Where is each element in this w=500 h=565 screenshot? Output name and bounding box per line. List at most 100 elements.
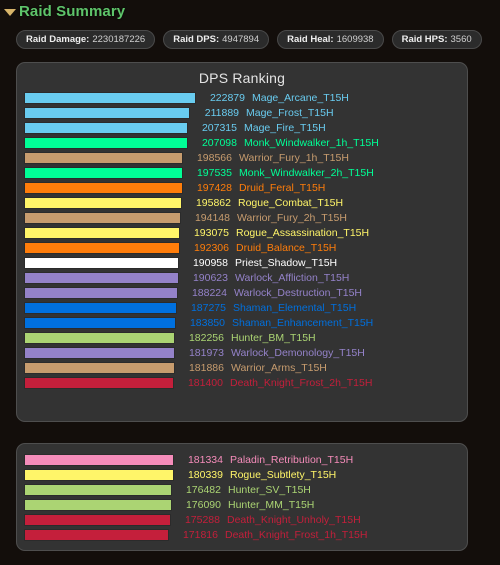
- dps-bar: [24, 106, 190, 119]
- dps-row[interactable]: 181973 Warlock_Demonology_T15H: [24, 345, 459, 360]
- dps-bar: [24, 498, 172, 511]
- dps-row[interactable]: 222879 Mage_Arcane_T15H: [24, 90, 459, 105]
- dps-row[interactable]: 182256 Hunter_BM_T15H: [24, 330, 459, 345]
- dps-row-value: 188224: [191, 286, 227, 299]
- dps-row-label: 198566 Warrior_Fury_1h_T15H: [188, 152, 349, 164]
- dps-row-name: Paladin_Retribution_T15H: [230, 453, 354, 466]
- stat-value: 2230187226: [92, 33, 146, 45]
- dps-row-label: 197428 Druid_Feral_T15H: [188, 182, 325, 194]
- stat-pill[interactable]: Raid Heal: 1609938: [277, 29, 384, 49]
- dps-bar: [24, 211, 181, 224]
- dps-row[interactable]: 193075 Rogue_Assassination_T15H: [24, 225, 459, 240]
- dps-row[interactable]: 176090 Hunter_MM_T15H: [24, 497, 459, 512]
- dps-row-label: 181334 Paladin_Retribution_T15H: [179, 454, 353, 466]
- stat-pill[interactable]: Raid DPS: 4947894: [163, 29, 270, 49]
- dps-row[interactable]: 197535 Monk_Windwalker_2h_T15H: [24, 165, 459, 180]
- raid-summary-header[interactable]: Raid Summary: [0, 0, 500, 22]
- page-title: Raid Summary: [19, 2, 126, 20]
- dps-row[interactable]: 194148 Warrior_Fury_2h_T15H: [24, 210, 459, 225]
- dps-row-label: 176090 Hunter_MM_T15H: [177, 499, 314, 511]
- dps-row-name: Rogue_Assassination_T15H: [236, 226, 370, 239]
- stat-value: 3560: [450, 33, 472, 45]
- dps-row-name: Druid_Feral_T15H: [239, 181, 326, 194]
- dps-row-name: Warlock_Demonology_T15H: [231, 346, 365, 359]
- dps-row-name: Hunter_BM_T15H: [231, 331, 316, 344]
- dps-row-value: 180339: [187, 468, 223, 481]
- dps-row-name: Warrior_Arms_T15H: [231, 361, 327, 374]
- dps-row-value: 190623: [192, 271, 228, 284]
- dps-row-name: Death_Knight_Frost_1h_T15H: [225, 528, 368, 541]
- dps-row-label: 188224 Warlock_Destruction_T15H: [183, 287, 362, 299]
- dps-row-label: 211889 Mage_Frost_T15H: [195, 107, 334, 119]
- dps-row[interactable]: 195862 Rogue_Combat_T15H: [24, 195, 459, 210]
- stat-value: 1609938: [336, 33, 374, 45]
- dps-bar: [24, 301, 177, 314]
- dps-row[interactable]: 181886 Warrior_Arms_T15H: [24, 360, 459, 375]
- dps-row[interactable]: 207098 Monk_Windwalker_1h_T15H: [24, 135, 459, 150]
- dps-row-name: Warlock_Destruction_T15H: [234, 286, 362, 299]
- dps-bar: [24, 151, 183, 164]
- stat-label: Raid Damage:: [26, 33, 90, 45]
- raid-stats-row: Raid Damage: 2230187226 Raid DPS: 4947894 Ra…: [0, 28, 500, 50]
- dps-bar: [24, 256, 179, 269]
- dps-row[interactable]: 188224 Warlock_Destruction_T15H: [24, 285, 459, 300]
- dps-row[interactable]: 187275 Shaman_Elemental_T15H: [24, 300, 459, 315]
- dps-row-value: 211889: [204, 106, 239, 119]
- dps-row-label: 181973 Warlock_Demonology_T15H: [180, 347, 365, 359]
- dps-row-value: 181334: [187, 453, 223, 466]
- dps-row-label: 207098 Monk_Windwalker_1h_T15H: [193, 137, 379, 149]
- dps-row[interactable]: 198566 Warrior_Fury_1h_T15H: [24, 150, 459, 165]
- dps-row[interactable]: 171816 Death_Knight_Frost_1h_T15H: [24, 527, 459, 542]
- dps-row-name: Druid_Balance_T15H: [236, 241, 337, 254]
- dps-bar: [24, 468, 174, 481]
- dps-bar: [24, 286, 178, 299]
- dps-row[interactable]: 207315 Mage_Fire_T15H: [24, 120, 459, 135]
- dps-row-value: 181400: [187, 376, 223, 389]
- stat-label: Raid Heal:: [287, 33, 334, 45]
- dps-row-label: 187275 Shaman_Elemental_T15H: [182, 302, 356, 314]
- dps-bar: [24, 483, 172, 496]
- dps-row-value: 197535: [196, 166, 232, 179]
- dps-bar: [24, 376, 174, 389]
- dps-row[interactable]: 190623 Warlock_Affliction_T15H: [24, 270, 459, 285]
- dps-row-name: Rogue_Subtlety_T15H: [230, 468, 337, 481]
- dps-row-value: 187275: [190, 301, 226, 314]
- dps-bar: [24, 91, 196, 104]
- dps-row-value: 193075: [193, 226, 229, 239]
- dps-row-value: 181973: [188, 346, 224, 359]
- triangle-down-icon[interactable]: [4, 8, 16, 16]
- dps-bar: [24, 513, 171, 526]
- dps-row-name: Mage_Arcane_T15H: [252, 91, 349, 104]
- dps-row-value: 222879: [209, 91, 245, 104]
- stat-label: Raid DPS:: [173, 33, 220, 45]
- dps-row[interactable]: 190958 Priest_Shadow_T15H: [24, 255, 459, 270]
- stat-pill[interactable]: Raid Damage: 2230187226: [16, 29, 156, 49]
- dps-row-label: 181886 Warrior_Arms_T15H: [180, 362, 327, 374]
- dps-row-value: 182256: [188, 331, 224, 344]
- dps-ranking-rows: 222879 Mage_Arcane_T15H 211889 Mage_Frost_T…: [17, 90, 467, 390]
- dps-bar: [24, 136, 188, 149]
- dps-row-value: 207315: [201, 121, 237, 134]
- dps-row-value: 190958: [192, 256, 228, 269]
- dps-row-label: 192306 Druid_Balance_T15H: [185, 242, 336, 254]
- dps-row-label: 190958 Priest_Shadow_T15H: [184, 257, 337, 269]
- dps-row[interactable]: 180339 Rogue_Subtlety_T15H: [24, 467, 459, 482]
- dps-bar: [24, 121, 188, 134]
- dps-row[interactable]: 181400 Death_Knight_Frost_2h_T15H: [24, 375, 459, 390]
- dps-row-value: 197428: [196, 181, 232, 194]
- stat-pill[interactable]: Raid HPS: 3560: [391, 29, 482, 49]
- dps-bar: [24, 181, 183, 194]
- dps-row-label: 181400 Death_Knight_Frost_2h_T15H: [179, 377, 372, 389]
- dps-row[interactable]: 197428 Druid_Feral_T15H: [24, 180, 459, 195]
- dps-row-name: Warrior_Fury_2h_T15H: [237, 211, 347, 224]
- dps-row[interactable]: 176482 Hunter_SV_T15H: [24, 482, 459, 497]
- dps-bar: [24, 241, 180, 254]
- dps-bar: [24, 166, 183, 179]
- dps-bar: [24, 316, 176, 329]
- dps-row[interactable]: 211889 Mage_Frost_T15H: [24, 105, 459, 120]
- dps-row[interactable]: 192306 Druid_Balance_T15H: [24, 240, 459, 255]
- dps-row[interactable]: 183850 Shaman_Enhancement_T15H: [24, 315, 459, 330]
- dps-row[interactable]: 181334 Paladin_Retribution_T15H: [24, 452, 459, 467]
- dps-row-label: 190623 Warlock_Affliction_T15H: [184, 272, 349, 284]
- dps-row[interactable]: 175288 Death_Knight_Unholy_T15H: [24, 512, 459, 527]
